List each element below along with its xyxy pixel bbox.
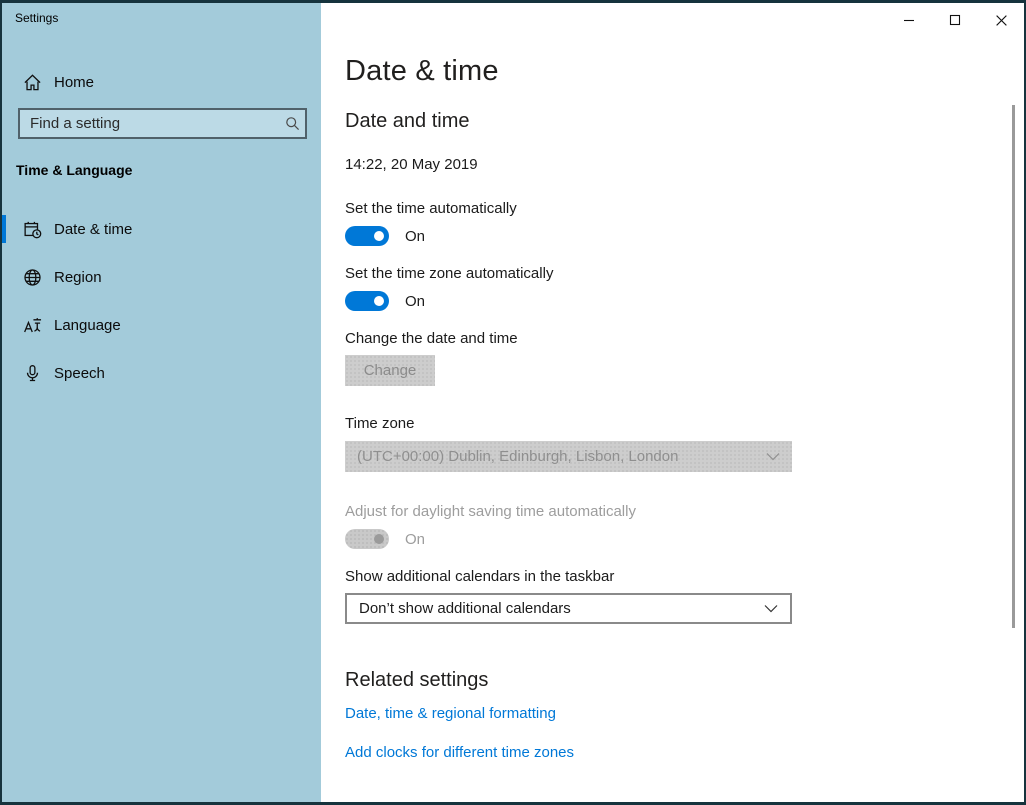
toggle-state-label: On — [405, 531, 425, 548]
chevron-down-icon — [764, 604, 778, 613]
main-content: Date & time Date and time 14:22, 20 May … — [321, 3, 1024, 802]
sidebar-item-date-time[interactable]: Date & time — [2, 207, 321, 251]
set-zone-auto-label: Set the time zone automatically — [345, 265, 553, 282]
home-icon — [22, 72, 42, 92]
additional-calendars-value: Don’t show additional calendars — [359, 600, 764, 617]
chevron-down-icon — [766, 452, 780, 461]
time-zone-dropdown[interactable]: (UTC+00:00) Dublin, Edinburgh, Lisbon, L… — [345, 441, 792, 472]
sidebar-item-label: Home — [54, 74, 94, 91]
set-zone-auto-toggle[interactable] — [345, 291, 389, 311]
current-datetime: 14:22, 20 May 2019 — [345, 156, 478, 173]
sidebar-item-label: Speech — [54, 365, 105, 382]
sidebar: Settings Home Time & Language — [2, 3, 321, 802]
vertical-scrollbar[interactable] — [1012, 105, 1015, 628]
time-zone-label: Time zone — [345, 415, 414, 432]
maximize-button[interactable] — [932, 3, 978, 37]
globe-icon — [22, 267, 42, 287]
language-icon — [22, 315, 42, 335]
app-title: Settings — [15, 11, 58, 25]
toggle-state-label: On — [405, 293, 425, 310]
sidebar-item-label: Region — [54, 269, 102, 286]
change-button[interactable]: Change — [345, 355, 435, 386]
link-add-clocks[interactable]: Add clocks for different time zones — [345, 744, 574, 761]
daylight-saving-toggle[interactable] — [345, 529, 389, 549]
sidebar-item-label: Language — [54, 317, 121, 334]
close-button[interactable] — [978, 3, 1024, 37]
daylight-saving-label: Adjust for daylight saving time automati… — [345, 503, 636, 520]
change-datetime-label: Change the date and time — [345, 330, 518, 347]
sidebar-section-title: Time & Language — [16, 162, 132, 178]
search-input[interactable] — [20, 110, 279, 137]
set-time-auto-toggle[interactable] — [345, 226, 389, 246]
sidebar-item-region[interactable]: Region — [2, 255, 321, 299]
minimize-button[interactable] — [886, 3, 932, 37]
page-title: Date & time — [345, 55, 499, 88]
sidebar-item-label: Date & time — [54, 221, 132, 238]
toggle-state-label: On — [405, 228, 425, 245]
search-box[interactable] — [18, 108, 307, 139]
additional-calendars-label: Show additional calendars in the taskbar — [345, 568, 614, 585]
microphone-icon — [22, 363, 42, 383]
set-time-auto-label: Set the time automatically — [345, 200, 517, 217]
time-zone-value: (UTC+00:00) Dublin, Edinburgh, Lisbon, L… — [357, 448, 766, 465]
sidebar-item-language[interactable]: Language — [2, 303, 321, 347]
link-date-time-regional-formatting[interactable]: Date, time & regional formatting — [345, 705, 556, 722]
settings-window: Settings Home Time & Language — [0, 0, 1026, 805]
related-settings-heading: Related settings — [345, 669, 488, 692]
calendar-clock-icon — [22, 219, 42, 239]
sidebar-item-home[interactable]: Home — [2, 60, 321, 104]
section-heading-date-and-time: Date and time — [345, 110, 470, 133]
additional-calendars-dropdown[interactable]: Don’t show additional calendars — [345, 593, 792, 624]
search-icon — [279, 116, 305, 131]
selected-accent-bar — [2, 215, 6, 243]
sidebar-item-speech[interactable]: Speech — [2, 351, 321, 395]
